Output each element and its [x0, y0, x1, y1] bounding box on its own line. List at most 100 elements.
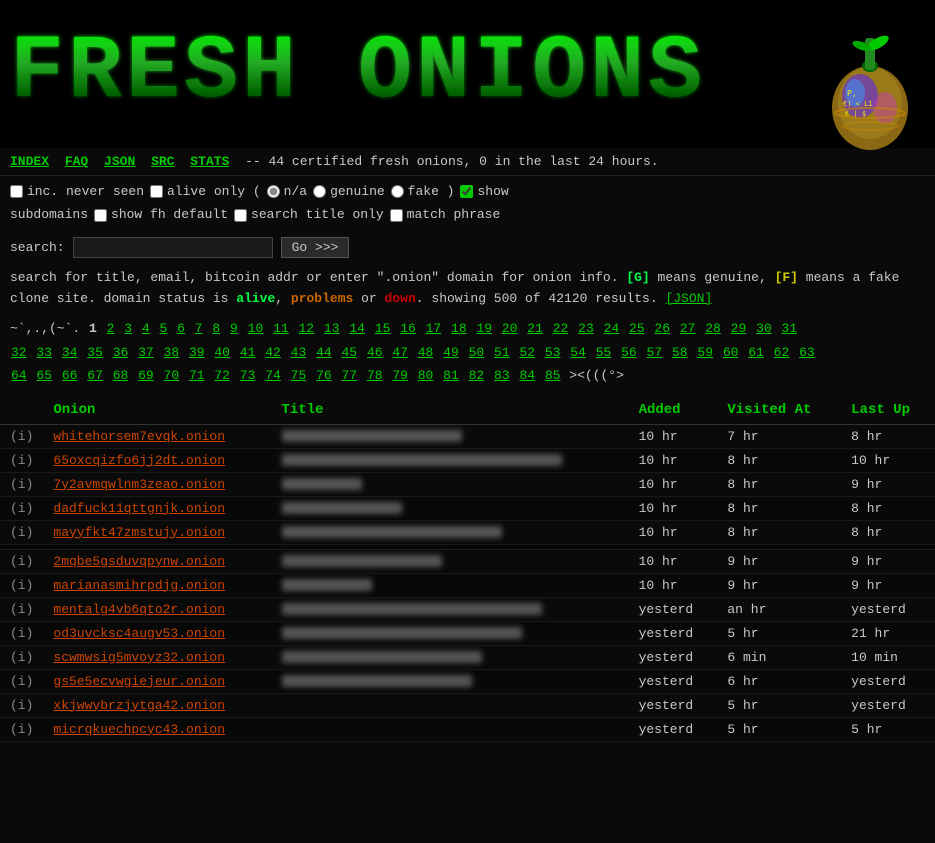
pg-67[interactable]: 67: [87, 368, 103, 383]
pg-36[interactable]: 36: [113, 345, 129, 360]
na-label[interactable]: n/a: [284, 180, 307, 203]
search-button[interactable]: Go >>>: [281, 237, 350, 258]
info-link[interactable]: (i): [10, 525, 33, 540]
pg-60[interactable]: 60: [723, 345, 739, 360]
pg-35[interactable]: 35: [87, 345, 103, 360]
pg-76[interactable]: 76: [316, 368, 332, 383]
nav-json[interactable]: JSON: [104, 154, 135, 169]
pg-22[interactable]: 22: [553, 321, 569, 336]
genuine-label[interactable]: genuine: [330, 180, 385, 203]
info-link[interactable]: (i): [10, 477, 33, 492]
subdomains-label[interactable]: subdomains: [10, 203, 88, 226]
pg-17[interactable]: 17: [426, 321, 442, 336]
pg-21[interactable]: 21: [527, 321, 543, 336]
pg-79[interactable]: 79: [392, 368, 408, 383]
pg-4[interactable]: 4: [142, 321, 150, 336]
radio-fake[interactable]: [391, 185, 404, 198]
info-link[interactable]: (i): [10, 602, 33, 617]
pg-39[interactable]: 39: [189, 345, 205, 360]
pg-74[interactable]: 74: [265, 368, 281, 383]
onion-link[interactable]: mayyfkt47zmstujy.onion: [53, 525, 225, 540]
info-link[interactable]: (i): [10, 453, 33, 468]
nav-src[interactable]: SRC: [151, 154, 174, 169]
pg-13[interactable]: 13: [324, 321, 340, 336]
onion-link[interactable]: od3uvcksc4augv53.onion: [53, 626, 225, 641]
pg-53[interactable]: 53: [545, 345, 561, 360]
json-link[interactable]: [JSON]: [665, 291, 712, 306]
radio-genuine[interactable]: [313, 185, 326, 198]
pg-85[interactable]: 85: [545, 368, 561, 383]
pg-3[interactable]: 3: [124, 321, 132, 336]
pg-81[interactable]: 81: [443, 368, 459, 383]
pg-27[interactable]: 27: [680, 321, 696, 336]
info-link[interactable]: (i): [10, 650, 33, 665]
pg-43[interactable]: 43: [291, 345, 307, 360]
pg-18[interactable]: 18: [451, 321, 467, 336]
pg-61[interactable]: 61: [748, 345, 764, 360]
onion-link[interactable]: mentalg4vb6qto2r.onion: [53, 602, 225, 617]
radio-na[interactable]: [267, 185, 280, 198]
info-link[interactable]: (i): [10, 698, 33, 713]
onion-link[interactable]: 7y2avmqwlnm3zeao.onion: [53, 477, 225, 492]
pg-24[interactable]: 24: [604, 321, 620, 336]
show-checkbox[interactable]: [460, 185, 473, 198]
pg-64[interactable]: 64: [11, 368, 27, 383]
pg-31[interactable]: 31: [782, 321, 798, 336]
onion-link[interactable]: 2mqbe5gsduvqpynw.onion: [53, 554, 225, 569]
pg-72[interactable]: 72: [214, 368, 230, 383]
search-title-checkbox[interactable]: [234, 209, 247, 222]
pg-38[interactable]: 38: [164, 345, 180, 360]
inc-never-seen-checkbox[interactable]: [10, 185, 23, 198]
pg-23[interactable]: 23: [578, 321, 594, 336]
pg-28[interactable]: 28: [705, 321, 721, 336]
onion-link[interactable]: xkjwwybrzjytga42.onion: [53, 698, 225, 713]
pg-68[interactable]: 68: [113, 368, 129, 383]
info-link[interactable]: (i): [10, 578, 33, 593]
pg-6[interactable]: 6: [177, 321, 185, 336]
pg-66[interactable]: 66: [62, 368, 78, 383]
pg-73[interactable]: 73: [240, 368, 256, 383]
pg-49[interactable]: 49: [443, 345, 459, 360]
onion-link[interactable]: whitehorsem7evqk.onion: [53, 429, 225, 444]
pg-19[interactable]: 19: [476, 321, 492, 336]
pg-40[interactable]: 40: [214, 345, 230, 360]
pg-42[interactable]: 42: [265, 345, 281, 360]
pg-16[interactable]: 16: [400, 321, 416, 336]
pg-62[interactable]: 62: [774, 345, 790, 360]
pg-8[interactable]: 8: [212, 321, 220, 336]
search-title-label[interactable]: search title only: [251, 203, 384, 226]
pg-54[interactable]: 54: [570, 345, 586, 360]
pg-15[interactable]: 15: [375, 321, 391, 336]
pg-52[interactable]: 52: [519, 345, 535, 360]
pg-57[interactable]: 57: [647, 345, 663, 360]
show-fh-label[interactable]: show fh default: [111, 203, 228, 226]
onion-link[interactable]: micrqkuechpcyc43.onion: [53, 722, 225, 737]
pg-32[interactable]: 32: [11, 345, 27, 360]
pg-45[interactable]: 45: [341, 345, 357, 360]
search-input[interactable]: [73, 237, 273, 258]
pg-56[interactable]: 56: [621, 345, 637, 360]
pg-69[interactable]: 69: [138, 368, 154, 383]
pg-65[interactable]: 65: [36, 368, 52, 383]
pg-34[interactable]: 34: [62, 345, 78, 360]
inc-never-seen-label[interactable]: inc. never seen: [27, 180, 144, 203]
pg-77[interactable]: 77: [341, 368, 357, 383]
info-link[interactable]: (i): [10, 429, 33, 444]
nav-index[interactable]: INDEX: [10, 154, 49, 169]
alive-only-label[interactable]: alive only (: [167, 180, 261, 203]
fake-label[interactable]: fake ): [408, 180, 455, 203]
pg-41[interactable]: 41: [240, 345, 256, 360]
pg-82[interactable]: 82: [469, 368, 485, 383]
show-fh-checkbox[interactable]: [94, 209, 107, 222]
pg-47[interactable]: 47: [392, 345, 408, 360]
pg-33[interactable]: 33: [36, 345, 52, 360]
pg-10[interactable]: 10: [248, 321, 264, 336]
pg-12[interactable]: 12: [299, 321, 315, 336]
info-link[interactable]: (i): [10, 554, 33, 569]
pg-78[interactable]: 78: [367, 368, 383, 383]
pg-9[interactable]: 9: [230, 321, 238, 336]
onion-link[interactable]: 65oxcqizfo6jj2dt.onion: [53, 453, 225, 468]
pg-7[interactable]: 7: [195, 321, 203, 336]
onion-link[interactable]: marianasmihrpdjg.onion: [53, 578, 225, 593]
nav-faq[interactable]: FAQ: [65, 154, 88, 169]
